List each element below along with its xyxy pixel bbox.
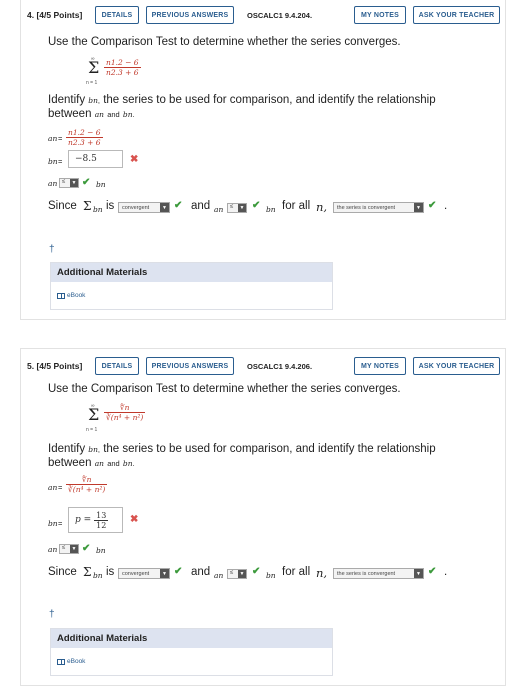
bn-input[interactable]: −8.5 — [68, 150, 123, 168]
series-fraction: n1.2 − 6 n2.3 + 6 — [104, 58, 141, 77]
correct-icon: ✔ — [174, 200, 183, 211]
my-notes-button[interactable]: MY NOTES — [354, 6, 406, 24]
convergence-select[interactable]: convergent ▼ — [118, 202, 170, 213]
relation-select[interactable]: ≤ ▼ — [227, 203, 247, 213]
dagger-link[interactable]: † — [49, 244, 55, 255]
previous-answers-button[interactable]: PREVIOUS ANSWERS — [146, 6, 234, 24]
additional-materials: Additional Materials eBook — [50, 262, 333, 310]
question-code: OSCALC1 9.4.206. — [247, 362, 313, 371]
details-button[interactable]: DETAILS — [95, 357, 139, 375]
ask-your-teacher-button[interactable]: ASK YOUR TEACHER — [413, 6, 500, 24]
correct-icon: ✔ — [428, 566, 437, 577]
ebook-icon — [57, 658, 65, 665]
question-header: 5. [4/5 Points] DETAILS PREVIOUS ANSWERS… — [21, 349, 505, 379]
conclusion-select[interactable]: the series is convergent ▼ — [333, 202, 424, 213]
question-5: 5. [4/5 Points] DETAILS PREVIOUS ANSWERS… — [20, 348, 506, 686]
correct-icon: ✔ — [174, 566, 183, 577]
convergence-select[interactable]: convergent ▼ — [118, 568, 170, 579]
question-prompt: Use the Comparison Test to determine whe… — [48, 383, 401, 395]
identify-text: Identify bn, the series to be used for c… — [48, 94, 436, 106]
correct-icon: ✔ — [82, 543, 91, 554]
question-number: 4. [4/5 Points] — [27, 10, 83, 20]
conclusion-select[interactable]: the series is convergent ▼ — [333, 568, 424, 579]
additional-materials-title: Additional Materials — [51, 263, 332, 282]
question-number: 5. [4/5 Points] — [27, 361, 83, 371]
bn-input[interactable]: p = 13 12 — [68, 507, 123, 533]
identify-text-2: between an and bn. — [48, 457, 135, 469]
series-fraction: ∜n ∛(n⁴ + n²) — [104, 403, 146, 422]
incorrect-icon: ✖ — [130, 154, 139, 165]
question-4: 4. [4/5 Points] DETAILS PREVIOUS ANSWERS… — [20, 0, 506, 320]
correct-icon: ✔ — [252, 200, 261, 211]
sigma-symbol: Σ — [88, 405, 100, 424]
sigma-symbol: Σ — [83, 199, 92, 213]
correct-icon: ✔ — [252, 566, 261, 577]
identify-text-2: between an and bn. — [48, 108, 135, 120]
ebook-link[interactable]: eBook — [51, 282, 332, 309]
question-prompt: Use the Comparison Test to determine whe… — [48, 36, 401, 48]
ebook-icon — [57, 292, 65, 299]
additional-materials-title: Additional Materials — [51, 629, 332, 648]
sigma-symbol: Σ — [88, 58, 100, 77]
relation-select[interactable]: ≤ ▼ — [59, 544, 79, 554]
additional-materials: Additional Materials eBook — [50, 628, 333, 676]
details-button[interactable]: DETAILS — [95, 6, 139, 24]
question-header: 4. [4/5 Points] DETAILS PREVIOUS ANSWERS… — [21, 0, 505, 30]
question-code: OSCALC1 9.4.204. — [247, 11, 313, 20]
identify-text: Identify bn, the series to be used for c… — [48, 443, 436, 455]
since-text: Since — [48, 566, 77, 578]
ebook-link[interactable]: eBook — [51, 648, 332, 675]
sigma-symbol: Σ — [83, 565, 92, 579]
my-notes-button[interactable]: MY NOTES — [354, 357, 406, 375]
previous-answers-button[interactable]: PREVIOUS ANSWERS — [146, 357, 234, 375]
correct-icon: ✔ — [82, 177, 91, 188]
relation-select[interactable]: ≤ ▼ — [227, 569, 247, 579]
dagger-link[interactable]: † — [49, 609, 55, 620]
ask-your-teacher-button[interactable]: ASK YOUR TEACHER — [413, 357, 500, 375]
correct-icon: ✔ — [428, 200, 437, 211]
since-text: Since — [48, 200, 77, 212]
relation-select[interactable]: ≤ ▼ — [59, 178, 79, 188]
incorrect-icon: ✖ — [130, 514, 139, 525]
